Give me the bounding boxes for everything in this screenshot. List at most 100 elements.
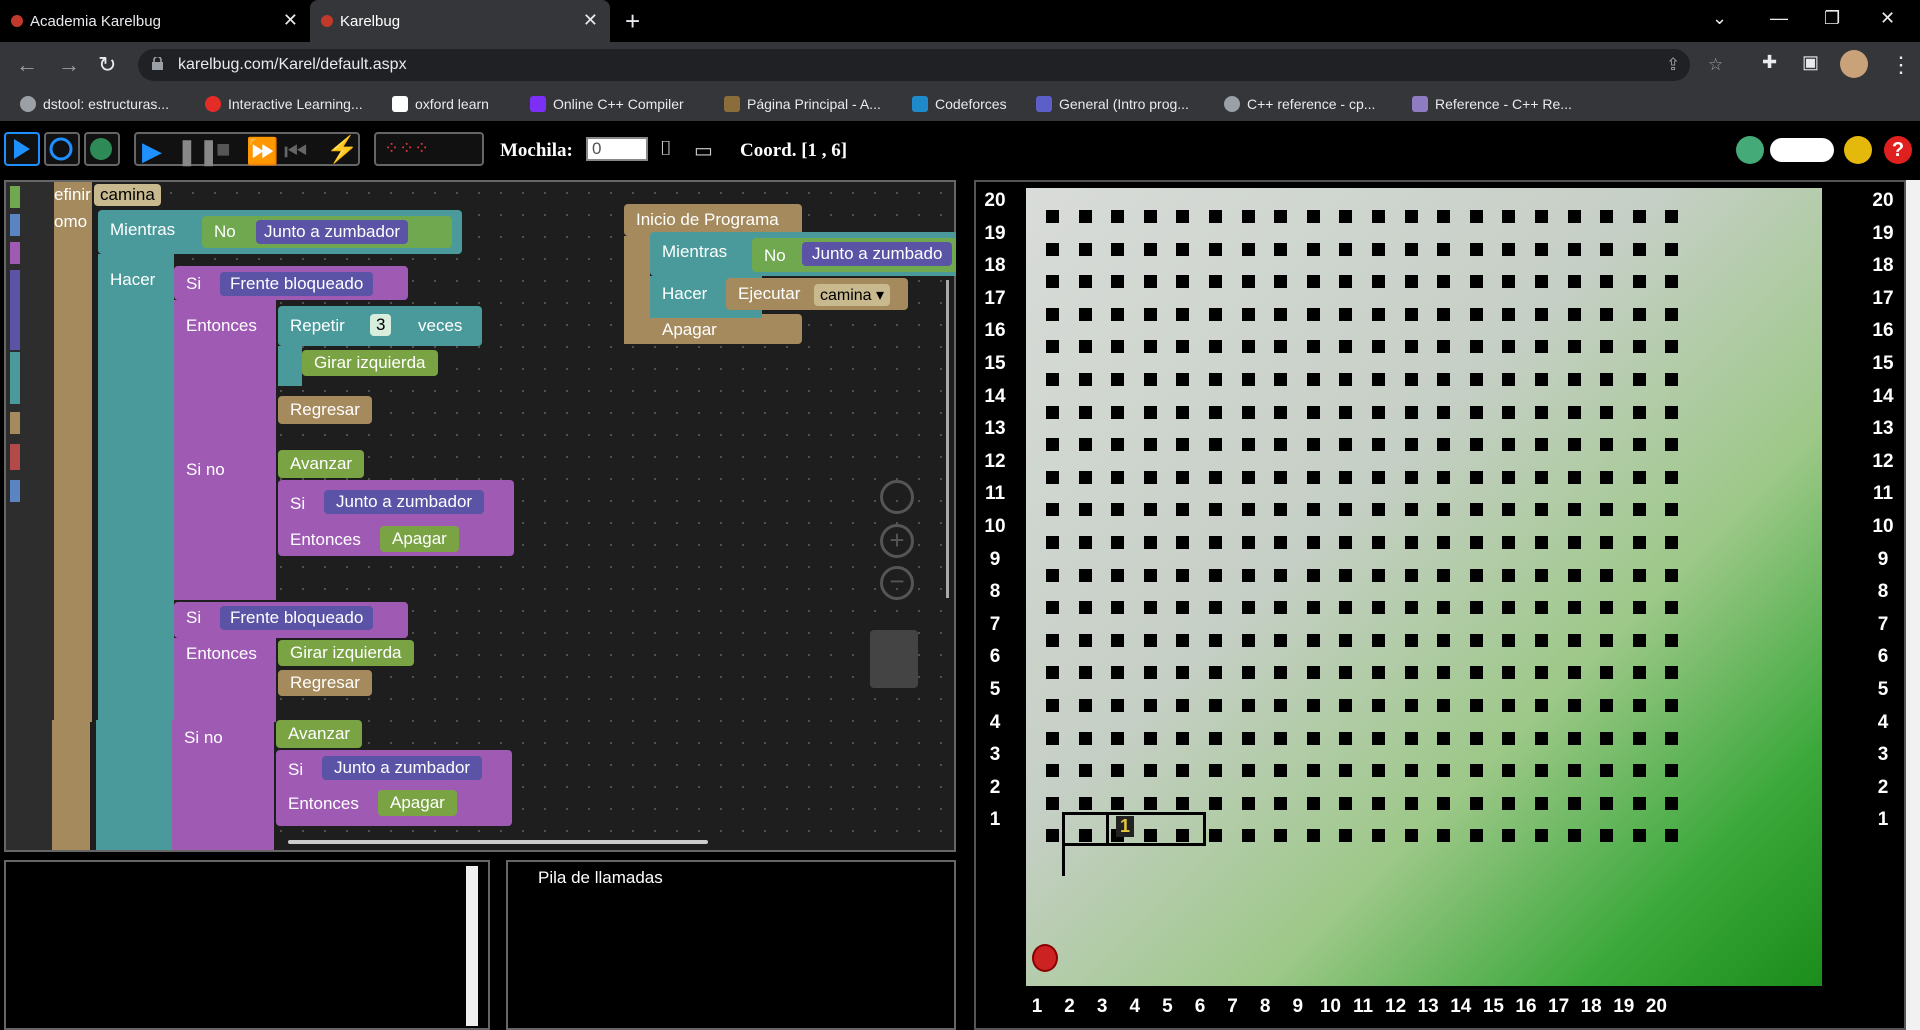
grid-post — [1567, 503, 1581, 517]
condition-junto-zumbador[interactable]: Junto a zumbador — [256, 220, 409, 244]
grid-post — [1567, 405, 1581, 419]
grid-post — [1274, 731, 1288, 745]
tab-karelbug[interactable]: Karelbug ✕ — [310, 0, 610, 42]
grid-post — [1469, 373, 1483, 386]
avanzar-block[interactable]: Avanzar — [278, 450, 365, 478]
bookmark-item[interactable]: Reference - C++ Re... — [1412, 96, 1572, 112]
bookmark-item[interactable]: dstool: estructuras... — [20, 96, 169, 112]
app-toolbar: ▶ ❚❚ ■ ⏩ ⏮ ⚡ ⁘⁘⁘ Mochila: ⌷ ▭ Coord. [1 … — [0, 122, 1920, 178]
regresar-block[interactable]: Regresar — [278, 670, 372, 696]
share-icon[interactable]: ⇪ — [1666, 55, 1680, 75]
karel-avatar-icon[interactable] — [1736, 136, 1764, 164]
column-number-label: 2 — [1064, 996, 1075, 1017]
bookmark-star-icon[interactable]: ☆ — [1708, 55, 1723, 75]
step-back-icon[interactable]: ⏮ — [284, 136, 307, 168]
lightning-icon[interactable]: ⚡ — [326, 134, 358, 165]
procedure-block[interactable] — [54, 182, 92, 722]
karel-bug-icon[interactable] — [1844, 136, 1872, 164]
reload-icon[interactable]: ↻ — [98, 52, 116, 78]
side-panel-icon[interactable]: ▣ — [1802, 52, 1819, 73]
robot-icon[interactable]: ⌷ — [660, 138, 672, 161]
grid-post — [1502, 405, 1516, 419]
category-strip[interactable] — [10, 214, 20, 236]
grid-post — [1274, 764, 1288, 778]
blocks-mode-button[interactable] — [4, 132, 40, 166]
tab-search-icon[interactable]: ⌄ — [1712, 8, 1727, 29]
column-number-label: 5 — [1162, 996, 1173, 1017]
grid-layout-icon[interactable]: ⁘⁘⁘ — [384, 138, 429, 159]
page-scrollbar[interactable] — [1906, 180, 1920, 1030]
fast-forward-icon[interactable]: ⏩ — [246, 136, 278, 167]
beeper-bag-icon[interactable]: ▭ — [694, 138, 713, 163]
bookmark-item[interactable]: Codeforces — [912, 96, 1007, 112]
grid-post — [1046, 438, 1059, 452]
grid-post — [1600, 340, 1614, 354]
grid-post — [1111, 470, 1125, 484]
grid-post — [1111, 633, 1125, 647]
girar-izquierda-block[interactable]: Girar izquierda — [278, 640, 414, 666]
category-strip[interactable] — [10, 270, 20, 350]
grid-post — [1339, 796, 1353, 810]
condition-frente-bloqueado[interactable]: Frente bloqueado — [220, 272, 374, 296]
back-icon[interactable]: ← — [16, 52, 38, 78]
grid-post — [1143, 307, 1157, 321]
theme-toggle[interactable] — [1770, 138, 1834, 162]
column-number-label: 6 — [1194, 996, 1206, 1017]
bookmark-item[interactable]: Página Principal - A... — [724, 96, 881, 112]
procedure-name-field[interactable]: camina — [94, 184, 161, 206]
category-strip[interactable] — [10, 412, 20, 434]
category-strip[interactable] — [10, 480, 20, 502]
layout-controls[interactable]: ⁘⁘⁘ — [374, 132, 484, 166]
tab-academia-karelbug[interactable]: Academia Karelbug ✕ — [0, 0, 310, 42]
grid-post — [1567, 633, 1581, 647]
regresar-block[interactable]: Regresar — [278, 396, 372, 424]
category-strip[interactable] — [10, 352, 20, 404]
grid-post — [1046, 764, 1059, 778]
apagar-block[interactable]: Apagar — [380, 526, 459, 552]
stop-icon[interactable]: ■ — [216, 136, 231, 164]
close-window-icon[interactable]: ✕ — [1880, 8, 1895, 29]
extensions-icon[interactable]: ✚ — [1762, 52, 1777, 73]
bookmark-item[interactable]: C++ reference - cp... — [1224, 96, 1375, 112]
grid-post — [1404, 405, 1418, 419]
restore-icon[interactable]: ❐ — [1824, 8, 1840, 29]
profile-avatar[interactable] — [1840, 50, 1868, 78]
condition-junto-zumbador[interactable]: Junto a zumbador — [324, 490, 485, 514]
close-tab-icon[interactable]: ✕ — [283, 10, 298, 31]
omnibox[interactable]: karelbug.com/Karel/default.aspx ⇪ ☆ — [138, 49, 1723, 81]
repetir-count-field[interactable]: 3 — [370, 314, 392, 336]
diagram-mode-button[interactable] — [44, 132, 80, 166]
category-strip[interactable] — [10, 186, 20, 208]
world-mode-button[interactable] — [84, 132, 120, 166]
row-number-label: 20 — [1872, 190, 1894, 211]
grid-post — [1665, 210, 1679, 223]
bookmark-item[interactable]: Online C++ Compiler — [530, 96, 684, 112]
category-strip[interactable] — [10, 242, 20, 264]
menu-icon[interactable]: ⋮ — [1890, 52, 1912, 78]
vertical-scrollbar[interactable] — [466, 866, 478, 1026]
grid-post — [1632, 796, 1646, 810]
bookmark-item[interactable]: Interactive Learning... — [205, 96, 363, 112]
girar-izquierda-block[interactable]: Girar izquierda — [302, 350, 438, 376]
repetir-label: Repetir — [290, 316, 345, 335]
close-tab-icon[interactable]: ✕ — [583, 10, 598, 31]
help-icon[interactable]: ? — [1884, 136, 1912, 164]
pause-icon[interactable]: ❚❚ — [176, 136, 220, 167]
grid-post — [1111, 601, 1125, 615]
condition-frente-bloqueado[interactable]: Frente bloqueado — [220, 606, 374, 630]
bookmark-item[interactable]: oxford learn — [392, 96, 489, 112]
grid-post — [1143, 373, 1157, 386]
block-editor[interactable]: efinir camina omo Mientras No Junto a zu… — [4, 180, 956, 852]
mochila-input[interactable] — [586, 137, 648, 161]
bookmark-item[interactable]: General (Intro prog... — [1036, 96, 1189, 112]
category-strip[interactable] — [10, 444, 20, 470]
karel-world[interactable]: 20 20 19 19 18 18 17 17 16 16 15 15 14 14 13 13 12 12 11 11… — [974, 180, 1906, 1030]
grid-post — [1665, 731, 1679, 745]
minimize-icon[interactable]: — — [1770, 8, 1788, 29]
run-icon[interactable]: ▶ — [142, 136, 162, 167]
grid-post — [1437, 829, 1451, 843]
new-tab-icon[interactable]: + — [625, 6, 640, 37]
forward-icon[interactable]: → — [58, 52, 80, 78]
output-panel[interactable] — [4, 860, 490, 1030]
grid-post — [1665, 405, 1679, 419]
